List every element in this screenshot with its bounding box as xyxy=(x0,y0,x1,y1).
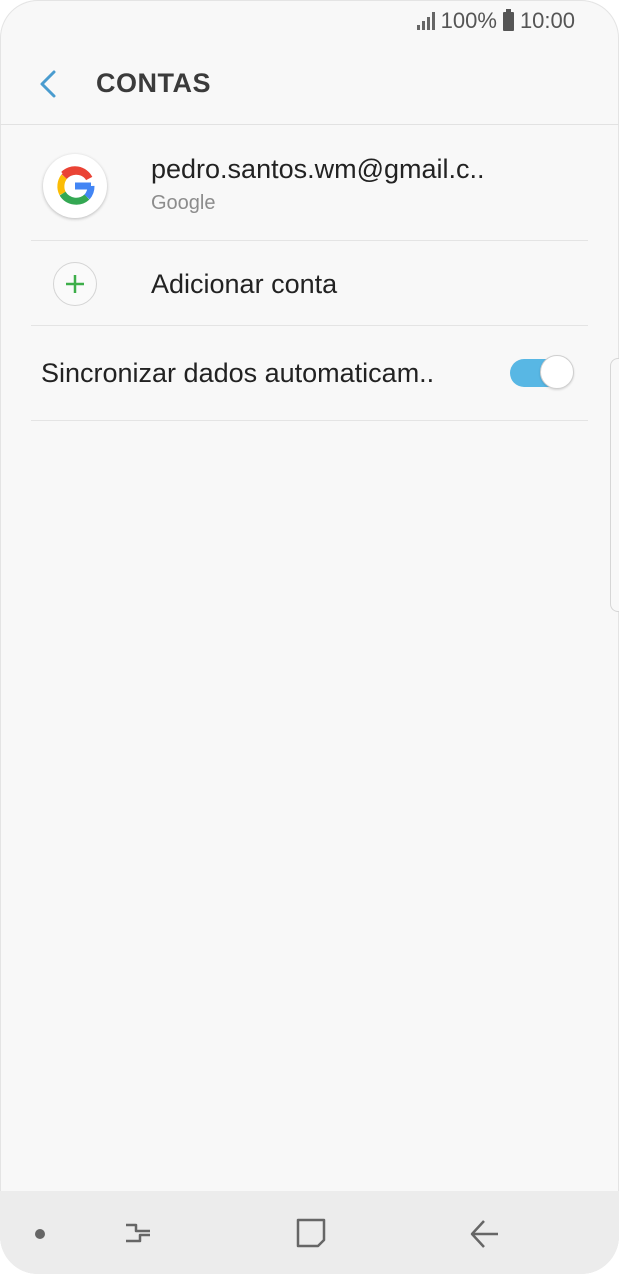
home-icon xyxy=(296,1218,326,1248)
edge-panel-handle[interactable] xyxy=(610,358,619,612)
account-type: Google xyxy=(151,192,216,214)
battery-percent: 100% xyxy=(440,8,497,33)
home-button[interactable] xyxy=(289,1211,333,1255)
back-nav-button[interactable] xyxy=(462,1211,506,1255)
navigation-bar xyxy=(0,1191,619,1274)
dot-icon[interactable] xyxy=(35,1229,45,1239)
add-account-item[interactable]: Adicionar conta xyxy=(31,241,588,326)
account-email: pedro.santos.wm@gmail.c.. xyxy=(151,154,485,184)
back-button[interactable] xyxy=(26,62,70,106)
clock: 10:00 xyxy=(519,8,575,33)
plus-icon xyxy=(53,262,97,306)
recent-apps-button[interactable] xyxy=(116,1211,160,1255)
recent-apps-icon xyxy=(126,1223,150,1243)
google-logo-icon xyxy=(43,154,107,218)
battery-icon xyxy=(502,8,514,31)
auto-sync-label: Sincronizar dados automaticam.. xyxy=(41,358,435,388)
auto-sync-item[interactable]: Sincronizar dados automaticam.. xyxy=(31,326,588,421)
app-header: CONTAS xyxy=(0,44,619,125)
back-arrow-icon xyxy=(470,1220,498,1248)
signal-icon xyxy=(416,12,435,30)
toggle-knob xyxy=(540,355,574,389)
add-account-label: Adicionar conta xyxy=(151,269,338,299)
phone-screen: 100% 10:00 CONTAS pedro.santos.wm@gmail.… xyxy=(0,0,619,1274)
page-title: CONTAS xyxy=(96,68,211,98)
chevron-left-icon xyxy=(40,70,56,98)
account-item-google[interactable]: pedro.santos.wm@gmail.c.. Google xyxy=(31,124,588,241)
status-bar: 100% 10:00 xyxy=(0,0,619,44)
auto-sync-toggle[interactable] xyxy=(510,355,574,391)
status-indicators: 100% 10:00 xyxy=(416,8,575,34)
